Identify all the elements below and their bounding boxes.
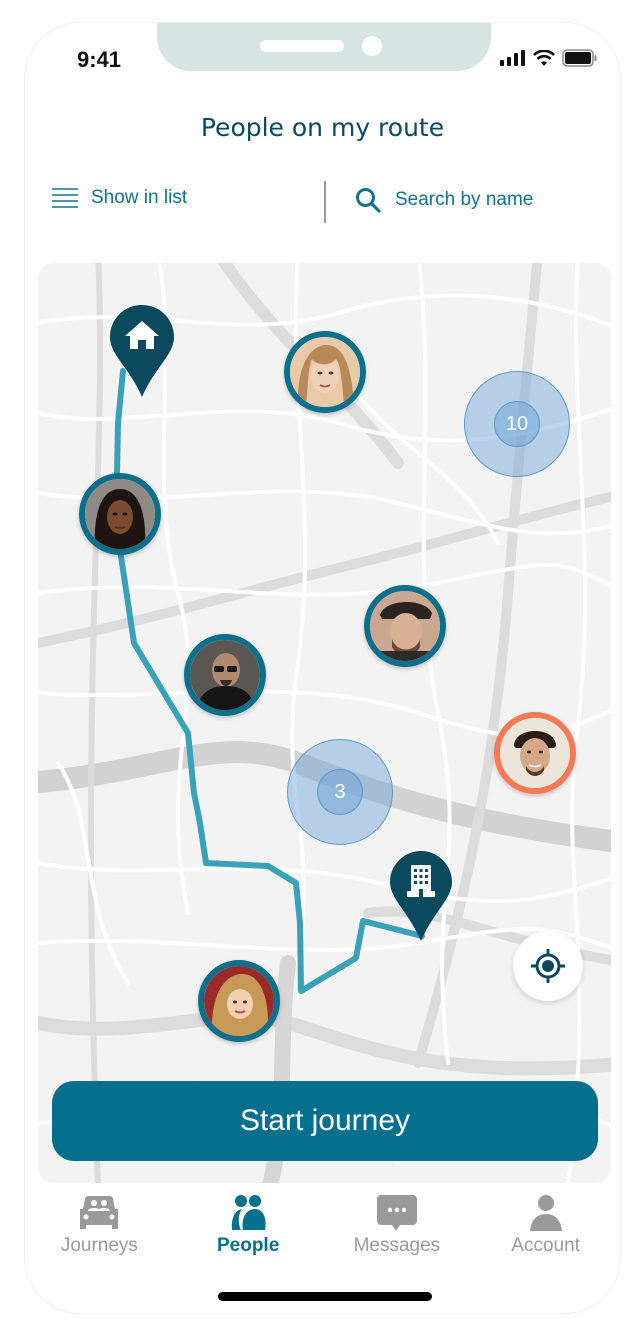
show-in-list-button[interactable]: Show in list	[51, 187, 187, 209]
tab-label: Account	[511, 1235, 580, 1256]
toolbar-divider	[324, 181, 326, 223]
tab-people[interactable]: People	[174, 1193, 323, 1263]
map-view[interactable]: 10 3 Start journey	[38, 263, 611, 1183]
tab-label: Messages	[353, 1235, 441, 1256]
speaker	[260, 40, 344, 52]
cluster-marker[interactable]: 10	[464, 371, 570, 477]
search-icon	[356, 188, 381, 213]
tab-messages[interactable]: Messages	[323, 1193, 472, 1263]
battery-icon	[562, 49, 597, 67]
person-avatar[interactable]	[184, 634, 266, 716]
toolbar: Show in list Search by name	[25, 181, 620, 225]
person-avatar[interactable]	[284, 331, 366, 413]
show-in-list-label: Show in list	[91, 187, 188, 208]
home-indicator[interactable]	[218, 1292, 432, 1301]
person-avatar[interactable]	[364, 585, 446, 667]
status-time: 9:41	[77, 47, 122, 72]
cluster-count: 3	[317, 769, 363, 815]
camera	[362, 36, 382, 56]
chat-bubble-icon	[376, 1195, 417, 1231]
tab-account[interactable]: Account	[471, 1193, 620, 1263]
tab-label: Journeys	[60, 1235, 138, 1256]
notch	[157, 23, 491, 71]
search-placeholder: Search by name	[395, 189, 534, 210]
tab-bar: Journeys People Messages Account	[25, 1193, 620, 1263]
person-avatar[interactable]	[198, 960, 280, 1042]
phone-frame: 9:41 People on my route Show in list Sea…	[24, 22, 621, 1314]
home-pin[interactable]	[109, 303, 175, 403]
office-building-icon	[407, 865, 435, 897]
signal-icon	[500, 50, 525, 66]
my-location-button[interactable]	[513, 931, 583, 1001]
tab-label: People	[216, 1235, 280, 1256]
search-input[interactable]: Search by name	[355, 187, 533, 213]
user-icon	[529, 1195, 562, 1231]
people-icon	[231, 1195, 266, 1230]
tab-journeys[interactable]: Journeys	[25, 1193, 174, 1263]
person-avatar-highlighted[interactable]	[494, 712, 576, 794]
car-icon	[80, 1196, 119, 1229]
page-title: People on my route	[200, 113, 445, 142]
crosshair-icon	[531, 949, 565, 983]
cluster-marker[interactable]: 3	[287, 739, 393, 845]
work-pin[interactable]	[389, 849, 453, 947]
start-journey-button[interactable]: Start journey	[52, 1081, 598, 1161]
list-icon	[52, 188, 78, 208]
cluster-count: 10	[494, 401, 540, 447]
wifi-icon	[533, 50, 555, 66]
status-icons	[500, 49, 598, 67]
person-avatar[interactable]	[79, 473, 161, 555]
